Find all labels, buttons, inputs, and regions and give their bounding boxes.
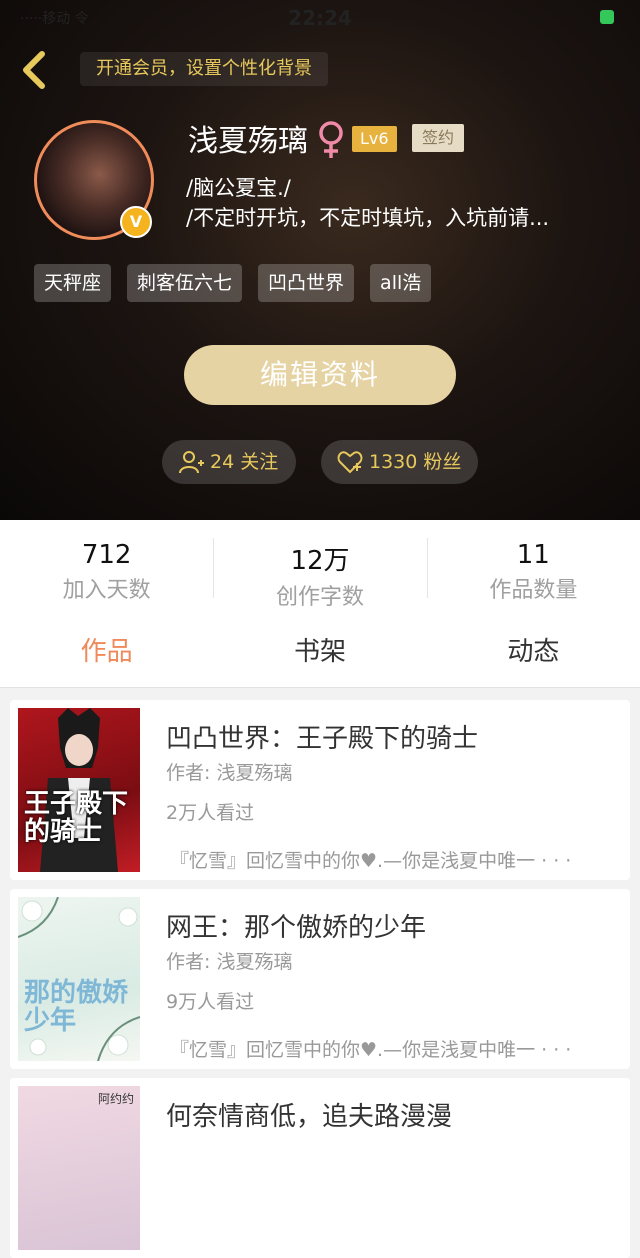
battery-icon bbox=[600, 10, 614, 24]
tab-works[interactable]: 作品 bbox=[0, 616, 213, 687]
stat-value: 712 bbox=[81, 540, 132, 570]
bio-line-2: /不定时开坑，不定时填坑，入坑前请... bbox=[186, 206, 550, 230]
book-description: 『忆雪』回忆雪中的你♥.—你是浅夏中唯一 · · · bbox=[170, 1039, 572, 1061]
stat-label: 创作字数 bbox=[275, 585, 364, 610]
heart-plus-icon bbox=[337, 451, 363, 474]
stat-value: 12万 bbox=[290, 546, 350, 576]
tab-activity[interactable]: 动态 bbox=[427, 616, 640, 687]
stat-words: 12万 创作字数 bbox=[213, 520, 426, 616]
stat-works: 11 作品数量 bbox=[426, 520, 640, 616]
fans-count: 1330 粉丝 bbox=[369, 451, 462, 473]
cover-title: 王子殿下的骑士 bbox=[24, 789, 129, 847]
stat-value: 11 bbox=[516, 540, 550, 570]
following-button[interactable]: 24 关注 bbox=[162, 440, 296, 484]
bio-line-1: /脑公夏宝./ bbox=[186, 176, 291, 200]
book-title: 何奈情商低，追夫路漫漫 bbox=[166, 1102, 453, 1132]
female-gender-icon bbox=[319, 121, 343, 158]
back-button[interactable] bbox=[14, 48, 54, 92]
signed-badge: 签约 bbox=[412, 124, 465, 152]
book-card[interactable]: 阿约约 何奈情商低，追夫路漫漫 bbox=[10, 1078, 630, 1258]
cover-author-mark: 阿约约 bbox=[97, 1092, 134, 1106]
book-cover: 王子殿下的骑士 bbox=[18, 708, 140, 872]
cover-title: 那的傲娇少年 bbox=[24, 978, 129, 1036]
stat-label: 作品数量 bbox=[489, 578, 578, 603]
book-title: 网王：那个傲娇的少年 bbox=[166, 913, 427, 943]
stat-days: 712 加入天数 bbox=[0, 520, 213, 616]
book-author: 作者: 浅夏殇璃 bbox=[166, 762, 293, 784]
status-time: 22:24 bbox=[288, 6, 352, 30]
tag-item[interactable]: 刺客伍六七 bbox=[127, 264, 243, 302]
stats-bar: 712 加入天数 12万 创作字数 11 作品数量 bbox=[0, 520, 640, 616]
tag-item[interactable]: 天秤座 bbox=[34, 264, 112, 302]
username: 浅夏殇璃 bbox=[188, 124, 308, 159]
tag-list: 天秤座 刺客伍六七 凹凸世界 all浩 bbox=[34, 264, 432, 302]
book-card[interactable]: 王子殿下的骑士 凹凸世界：王子殿下的骑士 作者: 浅夏殇璃 2万人看过 『忆雪』… bbox=[10, 700, 630, 880]
tag-item[interactable]: 凹凸世界 bbox=[258, 264, 355, 302]
book-views: 9万人看过 bbox=[166, 991, 255, 1013]
status-bar: ·····移动 令 22:24 bbox=[0, 0, 640, 36]
tab-bookshelf[interactable]: 书架 bbox=[213, 616, 426, 687]
chevron-left-icon bbox=[23, 51, 45, 89]
edit-profile-button[interactable]: 编辑资料 bbox=[184, 345, 456, 405]
level-badge: Lv6 bbox=[352, 126, 397, 152]
book-description: 『忆雪』回忆雪中的你♥.—你是浅夏中唯一 · · · bbox=[170, 850, 572, 872]
tab-bar: 作品 书架 动态 bbox=[0, 616, 640, 688]
stat-label: 加入天数 bbox=[62, 578, 151, 603]
add-user-icon bbox=[179, 451, 204, 474]
fans-button[interactable]: 1330 粉丝 bbox=[321, 440, 478, 484]
book-cover: 阿约约 bbox=[18, 1086, 140, 1250]
tag-item[interactable]: all浩 bbox=[370, 264, 432, 302]
book-title: 凹凸世界：王子殿下的骑士 bbox=[166, 724, 479, 754]
following-count: 24 关注 bbox=[210, 451, 279, 473]
book-cover: 那的傲娇少年 bbox=[18, 897, 140, 1061]
book-author: 作者: 浅夏殇璃 bbox=[166, 951, 293, 973]
verified-badge-icon: V bbox=[120, 206, 152, 238]
book-views: 2万人看过 bbox=[166, 802, 255, 824]
profile-header: ·····移动 令 22:24 开通会员，设置个性化背景 V 浅夏殇璃 Lv6 … bbox=[0, 0, 640, 520]
vip-banner[interactable]: 开通会员，设置个性化背景 bbox=[80, 52, 328, 86]
book-card[interactable]: 那的傲娇少年 网王：那个傲娇的少年 作者: 浅夏殇璃 9万人看过 『忆雪』回忆雪… bbox=[10, 889, 630, 1069]
